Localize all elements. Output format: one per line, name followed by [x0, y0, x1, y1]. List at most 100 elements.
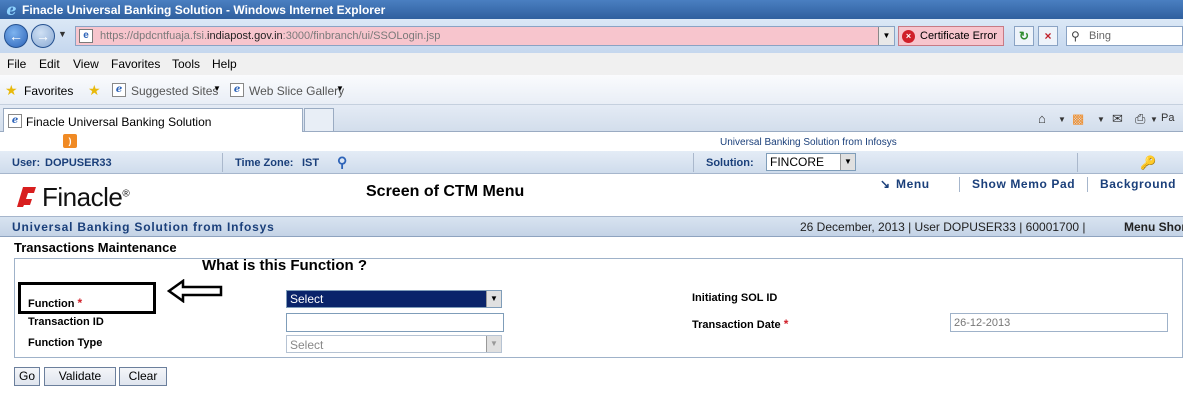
- feeds-dropdown-icon[interactable]: ▼: [1097, 115, 1105, 124]
- menu-tools[interactable]: Tools: [172, 57, 200, 71]
- ie-logo-icon: e: [6, 0, 17, 19]
- chevron-down-icon: ▼: [486, 336, 501, 352]
- mail-icon[interactable]: ✉: [1112, 111, 1123, 127]
- solution-label: Solution:: [706, 157, 754, 169]
- transaction-id-input[interactable]: [286, 313, 504, 332]
- background-link[interactable]: Background: [1100, 177, 1176, 191]
- web-slice-dropdown-icon[interactable]: ▼: [336, 84, 344, 93]
- app-top-strip: ) Universal Banking Solution from Infosy…: [0, 132, 1183, 151]
- arrow-icon: ↘: [880, 177, 891, 191]
- user-label: User:: [12, 157, 41, 169]
- function-type-select-value: Select: [290, 338, 324, 352]
- search-input[interactable]: ⚲ Bing: [1066, 26, 1183, 46]
- web-slice-icon: e: [230, 83, 244, 97]
- home-icon[interactable]: ⌂: [1038, 111, 1046, 126]
- menu-favorites[interactable]: Favorites: [111, 57, 160, 71]
- certificate-error-label: Certificate Error: [920, 30, 998, 42]
- suggested-sites-icon: e: [112, 83, 126, 97]
- validate-button[interactable]: Validate: [44, 367, 116, 386]
- clear-button[interactable]: Clear: [119, 367, 167, 386]
- print-dropdown-icon[interactable]: ▼: [1150, 115, 1158, 124]
- favorites-button[interactable]: Favorites: [24, 84, 73, 98]
- function-select-value: Select: [290, 292, 324, 306]
- function-type-select[interactable]: Select ▼: [286, 335, 502, 353]
- stop-button[interactable]: ×: [1038, 26, 1058, 46]
- tab-label: Finacle Universal Banking Solution: [26, 115, 212, 129]
- menu-help[interactable]: Help: [212, 57, 237, 71]
- web-slice-gallery-link[interactable]: Web Slice Gallery: [249, 84, 344, 98]
- finacle-logo-icon: [17, 187, 36, 207]
- annotation-arrow-icon: [167, 279, 223, 303]
- page-title: Transactions Maintenance: [14, 240, 177, 255]
- user-value: DOPUSER33: [45, 157, 112, 169]
- timezone-value: IST: [302, 157, 320, 169]
- brand-bar: Finacle® Screen of CTM Menu ↘ Menu Show …: [0, 174, 1183, 217]
- criteria-panel: What is this Function ? Function * Selec…: [14, 257, 1183, 358]
- solution-select[interactable]: FINCORE ▼: [766, 153, 856, 171]
- user-bar: User: DOPUSER33 Time Zone: IST ⚲ Solutio…: [0, 151, 1183, 174]
- show-memo-pad-link[interactable]: Show Memo Pad: [972, 177, 1075, 191]
- separator: [1087, 177, 1088, 192]
- menu-file[interactable]: File: [7, 57, 26, 71]
- search-icon[interactable]: ⚲: [337, 154, 347, 171]
- search-icon: ⚲: [1071, 29, 1080, 43]
- screen-caption: Screen of CTM Menu: [366, 183, 525, 200]
- window-title: Finacle Universal Banking Solution - Win…: [22, 3, 386, 17]
- back-button[interactable]: ←: [4, 24, 28, 48]
- function-label: Function *: [28, 296, 83, 310]
- address-url: https://dpdcntfuaja.fsi.indiapost.gov.in…: [100, 30, 441, 42]
- add-favorite-icon[interactable]: ★: [88, 82, 101, 99]
- favorites-star-icon: ★: [5, 82, 18, 98]
- certificate-error-icon: ×: [902, 30, 915, 43]
- solution-value: FINCORE: [770, 155, 824, 169]
- separator: [1077, 153, 1078, 172]
- menu-edit[interactable]: Edit: [39, 57, 60, 71]
- go-button[interactable]: Go: [14, 367, 40, 386]
- finacle-logo: Finacle®: [42, 182, 130, 212]
- favorites-bar: ★ Favorites ★ e Suggested Sites ▼ e Web …: [0, 75, 1183, 105]
- address-bar[interactable]: e https://dpdcntfuaja.fsi.indiapost.gov.…: [75, 26, 895, 46]
- chevron-down-icon: ▼: [486, 291, 501, 307]
- transaction-date-label: Transaction Date *: [692, 317, 789, 331]
- search-placeholder: Bing: [1089, 30, 1112, 42]
- info-banner: Universal Banking Solution from Infosys: [12, 220, 275, 234]
- function-type-label: Function Type: [28, 337, 103, 349]
- page-menu-button[interactable]: Pa: [1161, 112, 1174, 124]
- window-title-bar: e Finacle Universal Banking Solution - W…: [0, 0, 1183, 19]
- initiating-sol-id-label: Initiating SOL ID: [692, 292, 778, 304]
- separator: [693, 153, 694, 172]
- print-icon[interactable]: ⎙: [1135, 111, 1145, 127]
- tab-bar: e Finacle Universal Banking Solution ⌂ ▼…: [0, 105, 1183, 133]
- forward-button[interactable]: →: [31, 24, 55, 48]
- transaction-date-value: 26-12-2013: [954, 317, 1011, 329]
- top-banner-text: Universal Banking Solution from Infosys: [720, 137, 897, 148]
- new-tab-button[interactable]: [304, 108, 334, 132]
- menu-view[interactable]: View: [73, 57, 99, 71]
- separator: [959, 177, 960, 192]
- info-bar: Universal Banking Solution from Infosys …: [0, 217, 1183, 237]
- transaction-id-label: Transaction ID: [28, 316, 104, 328]
- recent-pages-dropdown-icon[interactable]: ▼: [58, 29, 67, 39]
- tab-finacle[interactable]: e Finacle Universal Banking Solution: [3, 108, 303, 133]
- key-icon[interactable]: 🔑: [1140, 155, 1156, 171]
- menu-bar: File Edit View Favorites Tools Help: [0, 53, 1183, 75]
- timezone-label: Time Zone:: [235, 157, 294, 169]
- menu-link[interactable]: Menu: [896, 177, 930, 191]
- suggested-sites-dropdown-icon[interactable]: ▼: [213, 84, 221, 93]
- feeds-icon[interactable]: ▩: [1072, 111, 1084, 127]
- menu-shortcut-link[interactable]: Menu Shor: [1124, 220, 1183, 234]
- certificate-error-button[interactable]: × Certificate Error: [898, 26, 1004, 46]
- separator: [222, 153, 223, 172]
- annotation-question: What is this Function ?: [202, 257, 367, 274]
- chevron-down-icon: ▼: [840, 154, 855, 170]
- navigation-bar: ← → ▼ e https://dpdcntfuaja.fsi.indiapos…: [0, 19, 1183, 53]
- suggested-sites-link[interactable]: Suggested Sites: [131, 84, 218, 98]
- tab-page-icon: e: [8, 114, 22, 128]
- transaction-date-input[interactable]: 26-12-2013: [950, 313, 1168, 332]
- address-dropdown-icon[interactable]: ▼: [878, 27, 894, 45]
- page-icon: e: [79, 29, 93, 43]
- function-select[interactable]: Select ▼: [286, 290, 502, 308]
- home-dropdown-icon[interactable]: ▼: [1058, 115, 1066, 124]
- rss-icon[interactable]: ): [63, 134, 77, 148]
- refresh-button[interactable]: ↻: [1014, 26, 1034, 46]
